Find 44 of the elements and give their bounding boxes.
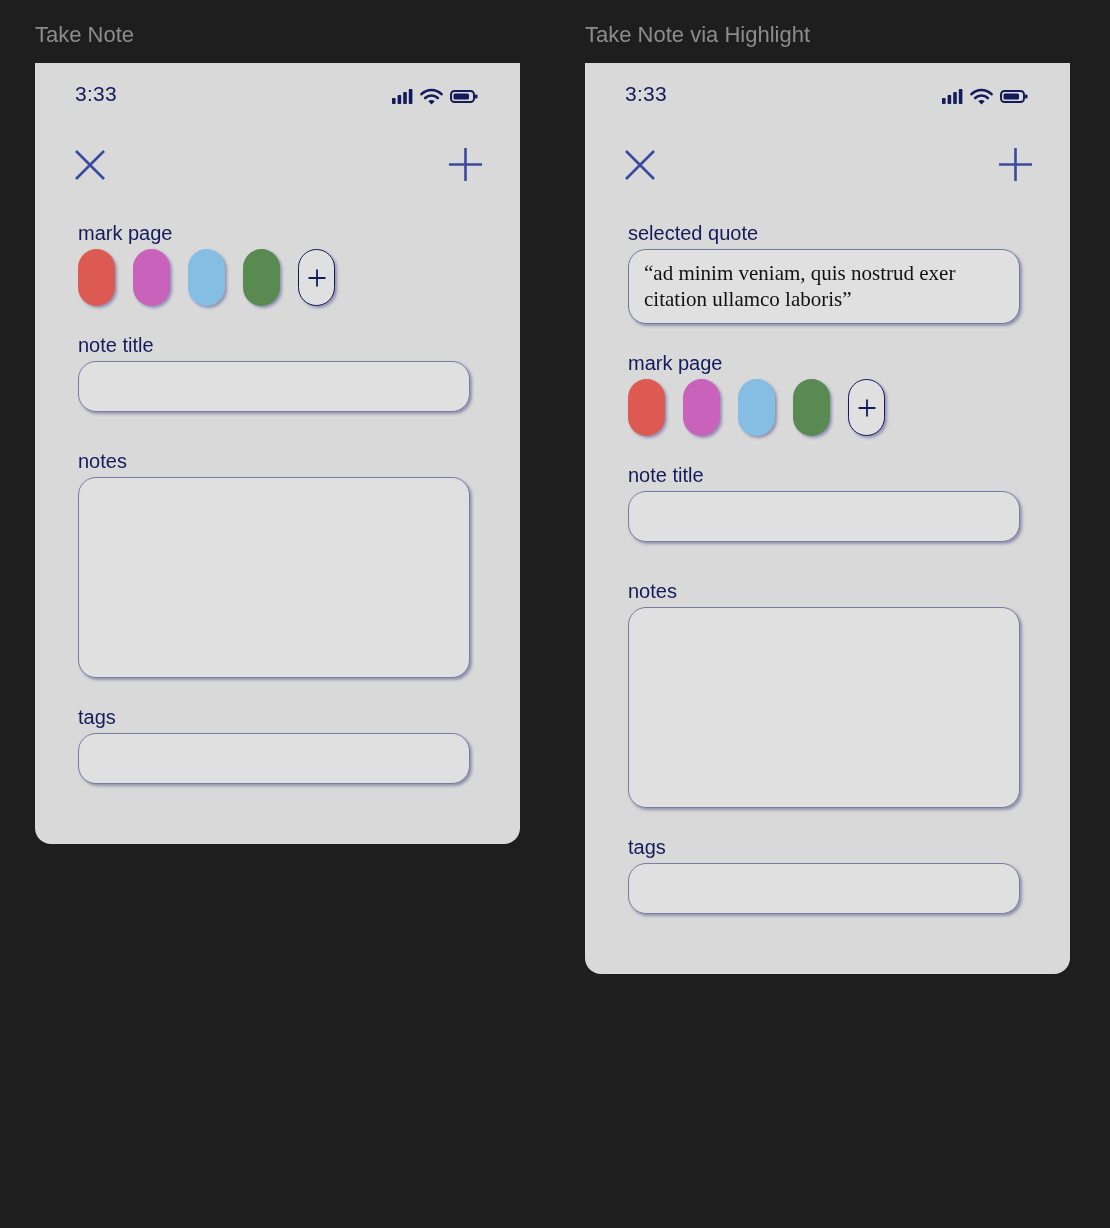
signal-icon: [392, 88, 413, 104]
field-label: selected quote: [628, 221, 760, 245]
frame-title: Take Note via Highlight: [585, 23, 811, 47]
wifi-icon: [420, 87, 443, 105]
field-label: note title: [78, 333, 155, 357]
status-time: 3:33: [75, 82, 118, 106]
add-button[interactable]: [449, 148, 482, 181]
status-time: 3:33: [625, 82, 668, 106]
battery-icon: [1000, 89, 1028, 103]
input-field[interactable]: [628, 863, 1020, 914]
quote-text: “ad minim veniam, quis nostrud exer citation ullamco laboris”: [644, 260, 957, 312]
input-field[interactable]: [628, 491, 1020, 542]
input-field[interactable]: [78, 361, 470, 412]
plus-icon: [449, 148, 482, 181]
field-label: notes: [628, 579, 678, 603]
color-swatch-icon[interactable]: [793, 379, 830, 436]
close-button[interactable]: [625, 149, 655, 180]
color-swatch-icon[interactable]: [683, 379, 720, 436]
field-label: mark page: [78, 221, 174, 245]
input-field[interactable]: [78, 733, 470, 784]
color-swatch-icon[interactable]: [243, 249, 280, 306]
field-label: notes: [78, 449, 128, 473]
color-swatch-icon[interactable]: [78, 249, 115, 306]
field-label: tags: [78, 705, 117, 729]
plus-icon: [999, 148, 1032, 181]
close-icon: [75, 149, 105, 180]
battery-icon: [450, 89, 478, 103]
wifi-icon: [970, 87, 993, 105]
field-label: mark page: [628, 351, 724, 375]
add-color-button[interactable]: [298, 249, 335, 306]
field-label: tags: [628, 835, 667, 859]
add-color-button[interactable]: [848, 379, 885, 436]
close-button[interactable]: [75, 149, 105, 180]
field-label: note title: [628, 463, 705, 487]
frame-title: Take Note: [35, 23, 136, 47]
color-swatch-icon[interactable]: [628, 379, 665, 436]
plus-icon: [307, 268, 326, 287]
close-icon: [625, 149, 655, 180]
color-swatch-icon[interactable]: [133, 249, 170, 306]
color-swatch-icon[interactable]: [738, 379, 775, 436]
color-swatch-icon[interactable]: [188, 249, 225, 306]
add-button[interactable]: [999, 148, 1032, 181]
signal-icon: [942, 88, 963, 104]
plus-icon: [857, 398, 876, 417]
